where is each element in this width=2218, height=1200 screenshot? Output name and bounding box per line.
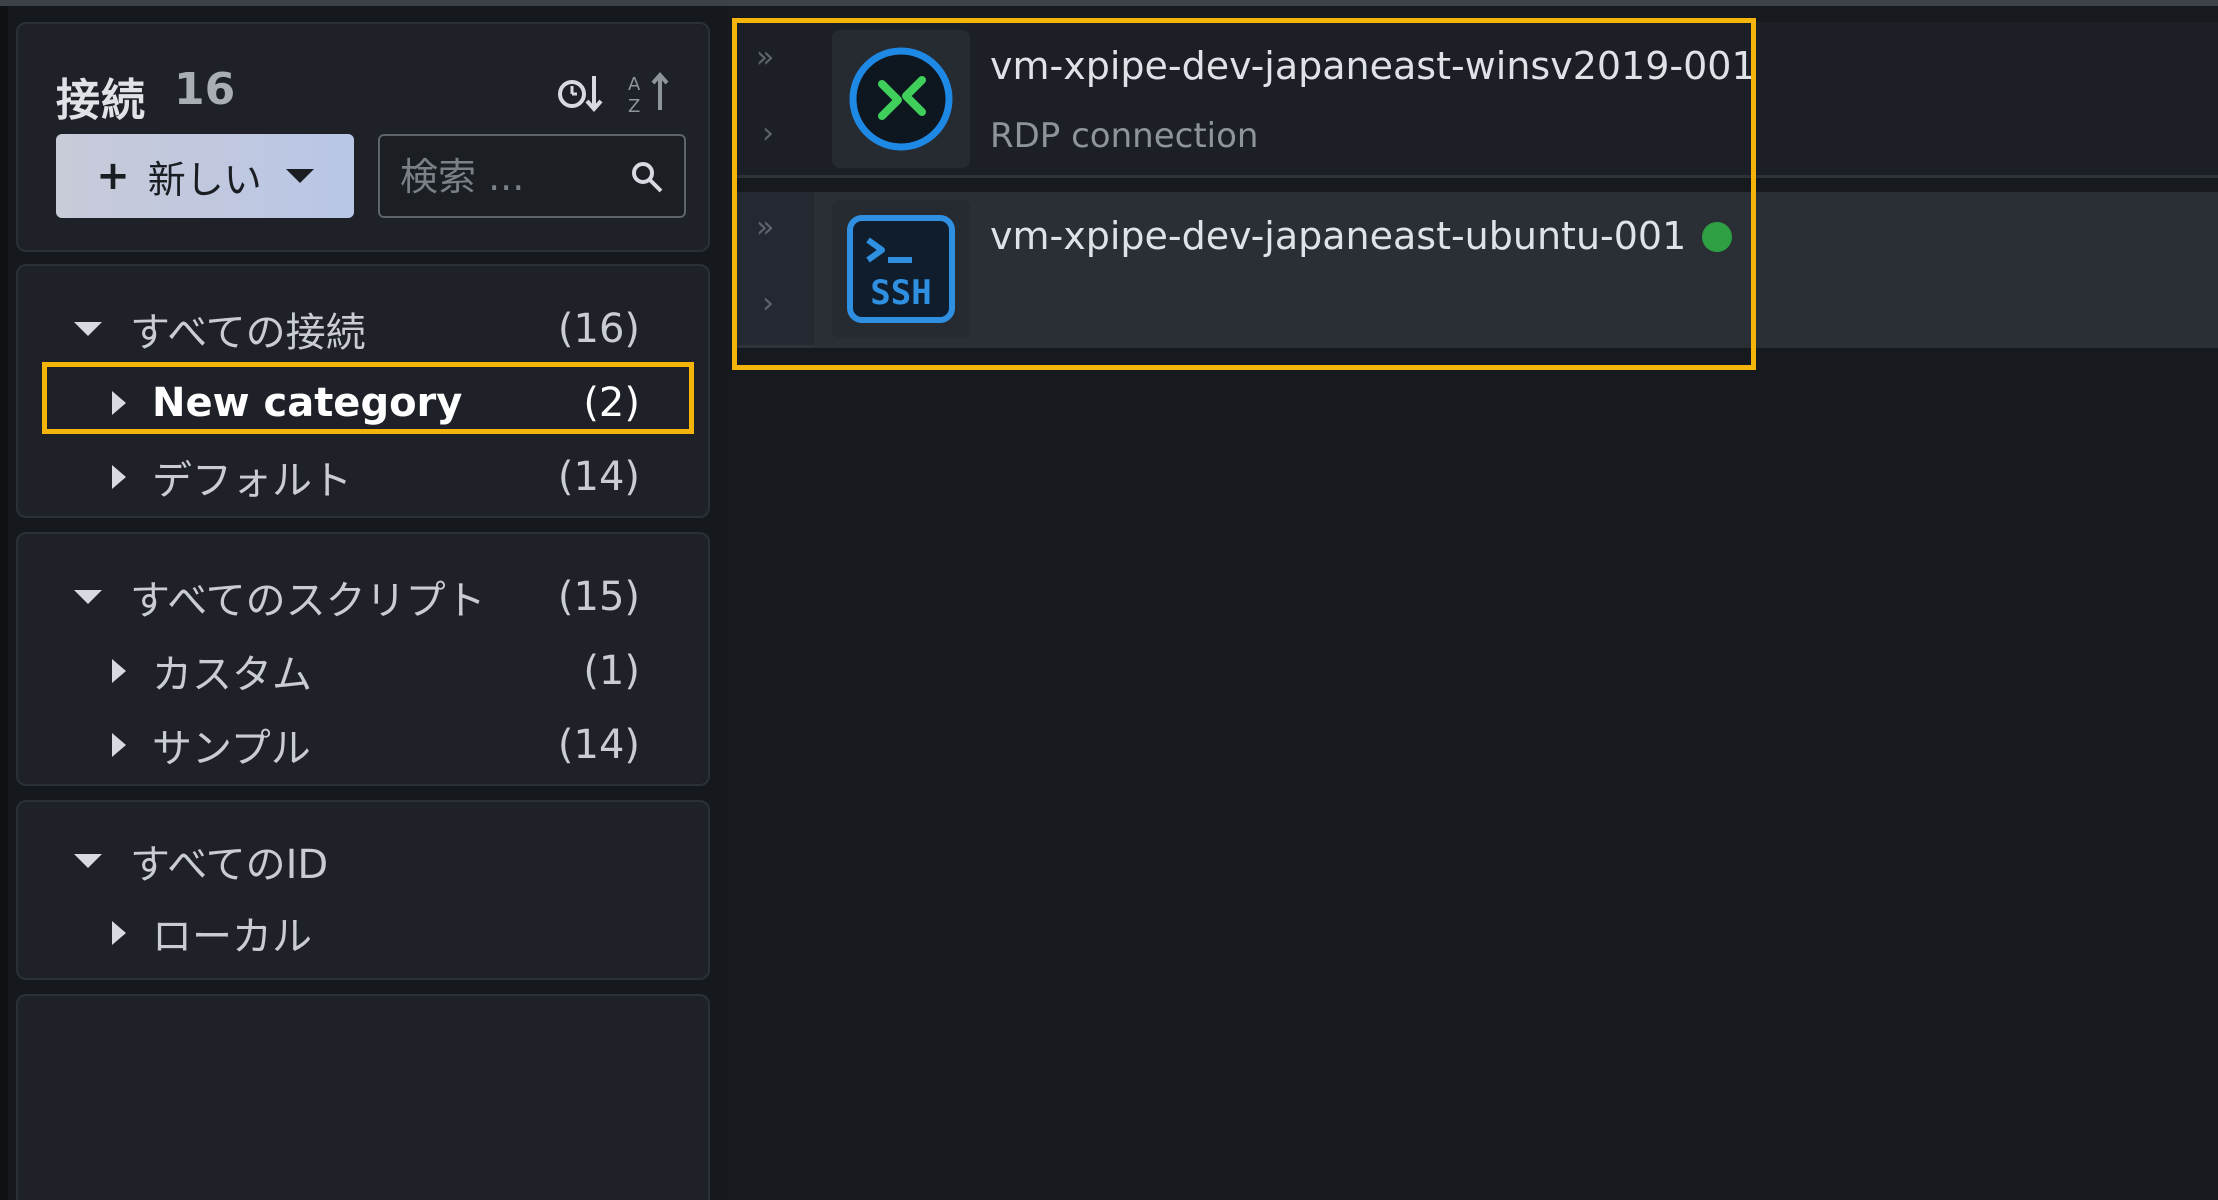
caret-down-icon	[285, 169, 314, 183]
tree-item-custom[interactable]: カスタム (1)	[42, 640, 684, 702]
tree-item-all-identities[interactable]: すべてのID	[42, 830, 684, 892]
new-connection-button[interactable]: + 新しい	[56, 134, 354, 218]
svg-text:Z: Z	[628, 96, 640, 117]
expand-right-icon[interactable]	[112, 921, 126, 945]
svg-text:A: A	[628, 74, 641, 95]
expand-right-icon[interactable]	[112, 733, 126, 757]
expand-down-icon[interactable]	[74, 854, 102, 868]
tree-item-label: カスタム	[152, 652, 312, 698]
tree-item-label: すべてのスクリプト	[130, 578, 486, 624]
expand-all-icon[interactable]: »	[756, 210, 774, 245]
sidebar-title: 接続	[56, 75, 146, 126]
tree-item-all-scripts[interactable]: すべてのスクリプト (15)	[42, 566, 684, 628]
expand-down-icon[interactable]	[74, 322, 102, 336]
tree-item-count: (14)	[557, 722, 640, 768]
tree-item-label: ローカル	[152, 914, 312, 960]
sort-by-time-icon[interactable]	[552, 64, 608, 120]
connection-entry-ssh[interactable]: » › SSH vm-xpipe-dev-japaneast-ubuntu-00…	[736, 192, 2218, 348]
tree-item-new-category[interactable]: New category (2)	[42, 372, 684, 434]
search-field[interactable]	[378, 134, 686, 218]
tree-item-count: (2)	[583, 380, 640, 426]
connection-list-area	[722, 6, 2218, 1200]
connections-category-panel: すべての接続 (16) New category (2) デフォルト (14)	[16, 264, 710, 518]
connection-count: 16	[174, 64, 236, 115]
connection-entry-rdp[interactable]: » › vm-xpipe-dev-japaneast-winsv2019-001…	[736, 22, 2218, 178]
tree-item-label: デフォルト	[152, 458, 352, 504]
connection-type: RDP connection	[990, 116, 1259, 156]
expand-icon[interactable]: ›	[762, 116, 774, 151]
scripts-category-panel: すべてのスクリプト (15) カスタム (1) サンプル (14)	[16, 532, 710, 786]
tree-item-default[interactable]: デフォルト (14)	[42, 446, 684, 508]
sort-alphabetical-icon[interactable]: A Z	[622, 64, 678, 120]
expand-right-icon[interactable]	[112, 391, 126, 415]
plus-icon: +	[96, 153, 130, 199]
status-online-icon	[1702, 222, 1733, 252]
tree-item-count: (16)	[557, 306, 640, 352]
tree-item-count: (1)	[583, 648, 640, 694]
expand-all-icon[interactable]: »	[756, 40, 774, 75]
expand-down-icon[interactable]	[74, 590, 102, 604]
connection-name-text: vm-xpipe-dev-japaneast-ubuntu-001	[990, 214, 1687, 258]
tree-item-label: New category	[152, 380, 463, 426]
connection-name: vm-xpipe-dev-japaneast-winsv2019-001	[990, 44, 1756, 88]
sidebar-header-panel: 接続 16 A Z + 新しい	[16, 22, 710, 252]
expand-icon[interactable]: ›	[762, 286, 774, 321]
search-icon	[632, 162, 663, 193]
search-input[interactable]	[398, 150, 602, 204]
svg-text:SSH: SSH	[870, 273, 931, 313]
tree-item-count: (14)	[557, 454, 640, 500]
tree-item-sample[interactable]: サンプル (14)	[42, 714, 684, 776]
tree-item-label: すべてのID	[130, 842, 329, 888]
app-window: 接続 16 A Z + 新しい 検索 ... すべての接続 (16) New c…	[0, 0, 2218, 1200]
new-button-label: 新しい	[147, 157, 262, 202]
sidebar-empty-panel	[16, 994, 710, 1200]
row-controls: » ›	[756, 30, 796, 170]
rdp-icon	[832, 30, 970, 168]
tree-item-label: すべての接続	[130, 310, 366, 356]
expand-right-icon[interactable]	[112, 465, 126, 489]
tree-item-local[interactable]: ローカル	[42, 902, 684, 964]
row-controls: » ›	[756, 200, 796, 340]
tree-item-label: サンプル	[152, 726, 311, 772]
ssh-icon: SSH	[832, 200, 970, 338]
expand-right-icon[interactable]	[112, 659, 126, 683]
tree-item-all-connections[interactable]: すべての接続 (16)	[42, 298, 684, 360]
left-edge	[0, 6, 8, 1200]
tree-item-count: (15)	[557, 574, 640, 620]
connection-name: vm-xpipe-dev-japaneast-ubuntu-001	[990, 214, 1733, 258]
identities-category-panel: すべてのID ローカル	[16, 800, 710, 980]
